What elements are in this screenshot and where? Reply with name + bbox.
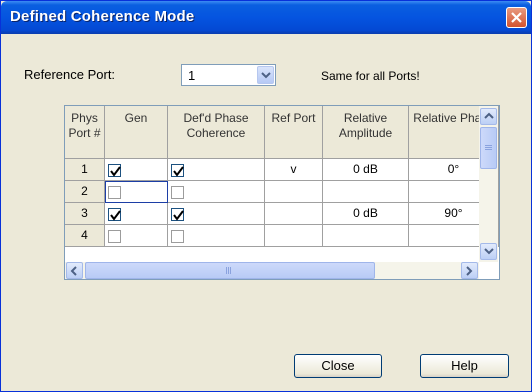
scroll-right-button[interactable]	[461, 262, 478, 279]
chevron-down-icon	[261, 72, 271, 79]
scroll-down-button[interactable]	[480, 243, 497, 260]
chevron-up-icon	[484, 112, 494, 119]
header-ref-port: Ref Port	[265, 106, 323, 159]
header-gen: Gen	[105, 106, 168, 159]
ref-port-cell[interactable]	[265, 181, 323, 203]
gen-cell[interactable]	[105, 181, 168, 203]
relative-amplitude-cell[interactable]	[323, 225, 409, 247]
scroll-up-button[interactable]	[480, 108, 497, 125]
gen-checkbox[interactable]	[108, 186, 121, 199]
row-port-number: 4	[65, 225, 105, 247]
close-icon	[511, 12, 522, 23]
relative-amplitude-cell[interactable]: 0 dB	[323, 159, 409, 181]
gen-cell[interactable]	[105, 159, 168, 181]
defd-checkbox[interactable]	[171, 164, 184, 177]
vertical-scrollbar[interactable]	[479, 106, 498, 262]
chevron-right-icon	[466, 266, 473, 276]
grip-line	[230, 267, 232, 274]
header-phys-port: Phys Port #	[65, 106, 105, 159]
scroll-left-button[interactable]	[66, 262, 83, 279]
row-port-number: 1	[65, 159, 105, 181]
checkmark-icon	[173, 210, 184, 221]
same-for-all-note: Same for all Ports!	[321, 69, 420, 83]
checkmark-icon	[173, 166, 184, 177]
coherence-dialog: Defined Coherence Mode Reference Port: 1…	[0, 0, 532, 392]
defd-checkbox[interactable]	[171, 186, 184, 199]
row-port-number: 2	[65, 181, 105, 203]
gen-checkbox[interactable]	[108, 164, 121, 177]
coherence-table: Phys Port # Gen Def'd Phase Coherence Re…	[64, 105, 500, 280]
defd-cell[interactable]	[168, 159, 265, 181]
relative-amplitude-cell[interactable]	[323, 181, 409, 203]
reference-port-value: 1	[188, 68, 196, 83]
defd-checkbox[interactable]	[171, 208, 184, 221]
grip-line	[485, 149, 492, 151]
chevron-down-icon	[484, 248, 494, 255]
row-port-number: 3	[65, 203, 105, 225]
ref-port-cell[interactable]: v	[265, 159, 323, 181]
header-relative-amplitude: Relative Amplitude	[323, 106, 409, 159]
gen-cell[interactable]	[105, 225, 168, 247]
defd-cell[interactable]	[168, 203, 265, 225]
horizontal-scroll-thumb[interactable]	[85, 262, 375, 279]
dropdown-button[interactable]	[257, 66, 274, 84]
ref-port-cell[interactable]	[265, 203, 323, 225]
title-bar[interactable]: Defined Coherence Mode	[1, 1, 531, 34]
chevron-left-icon	[70, 266, 77, 276]
defd-checkbox[interactable]	[171, 230, 184, 243]
reference-port-label: Reference Port:	[24, 67, 116, 82]
checkmark-icon	[110, 166, 121, 177]
gen-cell[interactable]	[105, 203, 168, 225]
dialog-title: Defined Coherence Mode	[10, 8, 195, 25]
close-button[interactable]: Close	[294, 354, 382, 378]
reference-port-select[interactable]: 1	[181, 64, 276, 86]
horizontal-scrollbar[interactable]	[65, 262, 479, 279]
defd-cell[interactable]	[168, 225, 265, 247]
relative-amplitude-cell[interactable]: 0 dB	[323, 203, 409, 225]
gen-checkbox[interactable]	[108, 208, 121, 221]
help-button[interactable]: Help	[420, 354, 509, 378]
checkmark-icon	[110, 210, 121, 221]
gen-checkbox[interactable]	[108, 230, 121, 243]
close-window-button[interactable]	[506, 7, 527, 28]
ref-port-cell[interactable]	[265, 225, 323, 247]
header-defd-phase-coherence: Def'd Phase Coherence	[168, 106, 265, 159]
vertical-scroll-thumb[interactable]	[480, 127, 497, 169]
defd-cell[interactable]	[168, 181, 265, 203]
